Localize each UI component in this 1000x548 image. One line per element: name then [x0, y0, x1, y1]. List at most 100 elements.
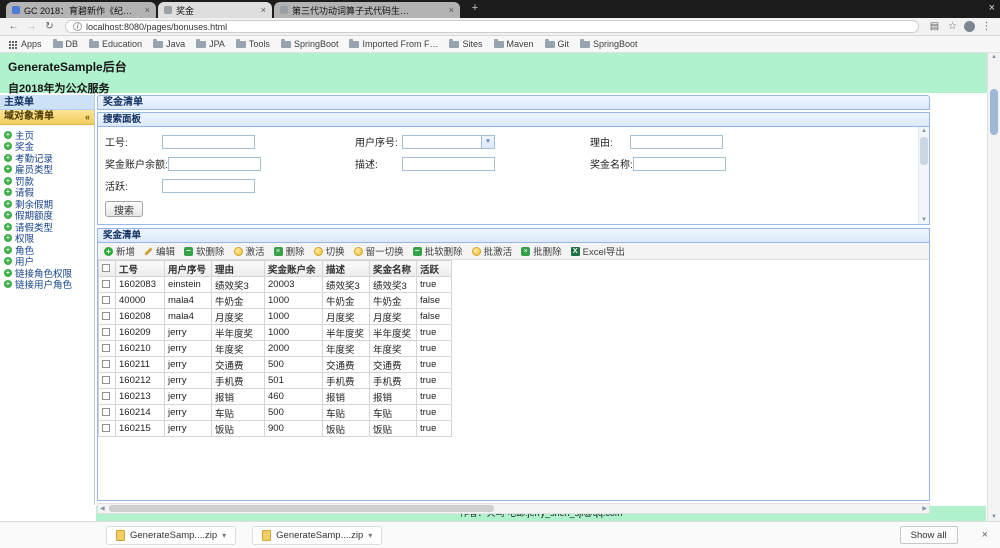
bookmark-item[interactable]: Maven [493, 38, 534, 49]
row-checkbox-cell [98, 308, 116, 325]
user-id-select[interactable]: ▾ [402, 134, 495, 149]
toolbar-button[interactable]: – 批软删除 [412, 244, 463, 258]
chevron-down-icon[interactable]: ▾ [481, 135, 494, 148]
toolbar-button[interactable]: × 批删除 [521, 244, 562, 258]
row-checkbox[interactable] [102, 392, 110, 401]
row-checkbox[interactable] [102, 280, 110, 289]
row-checkbox[interactable] [102, 360, 110, 369]
bookmark-item[interactable]: SpringBoot [580, 38, 638, 49]
bookmark-item[interactable]: DB [52, 38, 78, 49]
table-cell: 160211 [115, 356, 165, 373]
row-checkbox[interactable] [102, 312, 110, 321]
bookmark-item[interactable]: Tools [235, 38, 270, 49]
search-button[interactable]: 搜索 [105, 201, 143, 217]
search-field-label: 工号: [105, 138, 128, 149]
toolbar-button[interactable]: 激活 [233, 244, 265, 258]
page-scrollbar[interactable]: ▲ ▼ [987, 53, 1000, 521]
search-field: 活跃: [105, 178, 355, 193]
scroll-right-icon[interactable]: ▶ [922, 505, 927, 512]
address-bar[interactable]: i localhost:8080/pages/bonuses.html [65, 20, 919, 33]
table-cell: 2000 [264, 340, 323, 357]
toolbar-button[interactable]: + 新增 [104, 244, 135, 258]
row-checkbox[interactable] [102, 408, 110, 417]
tab-close-icon[interactable]: × [145, 5, 150, 15]
new-tab-button[interactable]: + [466, 2, 484, 16]
profile-avatar-icon[interactable] [964, 21, 975, 32]
browser-tab[interactable]: 第三代功动词算子式代码生… × [274, 2, 460, 18]
bookmark-item[interactable]: Apps [9, 39, 42, 49]
search-form-row: 活跃: [105, 178, 913, 193]
search-input[interactable] [167, 156, 261, 171]
select-all-checkbox[interactable] [102, 264, 110, 273]
back-icon[interactable]: ← [7, 19, 20, 35]
toolbar-button[interactable]: – 软删除 [184, 244, 225, 258]
toolbar-button[interactable]: X Excel导出 [570, 244, 625, 258]
bookmark-label: SpringBoot [593, 39, 638, 49]
row-checkbox[interactable] [102, 328, 110, 337]
delete-icon: × [273, 246, 283, 256]
reload-icon[interactable]: ↻ [43, 19, 56, 35]
downloads-bar-close-icon[interactable]: × [982, 529, 988, 541]
toolbar-button[interactable]: 切换 [313, 244, 345, 258]
horizontal-scrollbar[interactable]: ◀ ▶ [97, 503, 930, 514]
grid-toolbar: + 新增 编辑 – 软删除 激活 × 删除 切换 留一切换 – 批软删除 批激活 × 批删除 X Excel导出 [98, 243, 929, 260]
download-item[interactable]: GenerateSamp....zip ▾ [106, 525, 237, 545]
row-checkbox[interactable] [102, 424, 110, 433]
toolbar-button[interactable]: 编辑 [144, 244, 175, 258]
chevron-down-icon[interactable]: ▾ [222, 531, 226, 540]
table-cell: 报销 [211, 388, 265, 405]
browser-tab[interactable]: GC 2018：育碧新作《纪元… × [6, 2, 156, 18]
table-cell: jerry [164, 372, 212, 389]
window-close-button[interactable]: × [989, 2, 995, 14]
toolbar-button[interactable]: × 删除 [273, 244, 305, 258]
bookmark-item[interactable]: Sites [449, 38, 483, 49]
bookmark-item[interactable]: Java [153, 38, 185, 49]
search-input[interactable] [162, 134, 255, 149]
bookmark-item[interactable]: JPA [196, 38, 225, 49]
bookmark-star-icon[interactable]: ☆ [946, 19, 959, 35]
collapse-icon[interactable]: « [85, 110, 90, 124]
bookmark-item[interactable]: Education [89, 38, 142, 49]
scrollbar-thumb[interactable] [920, 137, 928, 165]
chevron-down-icon[interactable]: ▾ [368, 531, 372, 540]
sidebar-item[interactable]: + 链接用户角色 [4, 279, 94, 291]
batch-activate-icon [471, 246, 481, 256]
bookmark-item[interactable]: Git [544, 38, 569, 49]
row-checkbox[interactable] [102, 296, 110, 305]
search-input[interactable] [632, 156, 726, 171]
accordion-header-domain-objects[interactable]: 域对象清单 « [0, 110, 94, 125]
show-all-downloads-button[interactable]: Show all [899, 526, 958, 544]
download-item[interactable]: GenerateSamp....zip ▾ [252, 525, 383, 545]
search-form-row: 工号: 用户序号: ▾ 理由: [105, 134, 913, 149]
table-cell: 1602083 [115, 276, 165, 293]
tab-close-icon[interactable]: × [261, 5, 266, 15]
table-cell: jerry [164, 404, 212, 421]
row-checkbox[interactable] [102, 376, 110, 385]
page-scrollbar-thumb[interactable] [990, 89, 998, 135]
bookmark-item[interactable]: SpringBoot [280, 38, 338, 49]
plus-icon: + [4, 210, 12, 219]
search-input[interactable] [402, 156, 495, 171]
search-input[interactable] [630, 134, 723, 149]
site-info-icon[interactable]: i [73, 22, 82, 31]
reading-list-icon[interactable]: ▤ [928, 19, 941, 35]
toolbar-button[interactable]: 批激活 [471, 244, 512, 258]
scroll-up-icon[interactable]: ▲ [988, 54, 1000, 60]
browser-menu-icon[interactable]: ⋮ [980, 19, 993, 35]
search-panel-scrollbar[interactable]: ▲ ▼ [918, 127, 929, 224]
scroll-left-icon[interactable]: ◀ [100, 505, 105, 512]
bookmark-item[interactable]: Imported From F… [349, 38, 438, 49]
toolbar-button[interactable]: 留一切换 [353, 244, 404, 258]
forward-icon[interactable]: → [25, 19, 38, 35]
tab-close-icon[interactable]: × [449, 5, 454, 15]
row-checkbox[interactable] [102, 344, 110, 353]
search-form-row: 奖金账户余额: 描述: 奖金名称: [105, 156, 913, 171]
horizontal-scrollbar-thumb[interactable] [109, 505, 494, 512]
scroll-down-icon[interactable]: ▼ [988, 514, 1000, 520]
toolbar-button-label: 批软删除 [424, 247, 463, 258]
scroll-up-icon[interactable]: ▲ [919, 128, 929, 134]
search-input[interactable] [162, 178, 255, 193]
scroll-down-icon[interactable]: ▼ [919, 217, 929, 223]
browser-tab[interactable]: 奖金 × [158, 2, 272, 18]
search-field: 奖金账户余额: [105, 156, 355, 171]
